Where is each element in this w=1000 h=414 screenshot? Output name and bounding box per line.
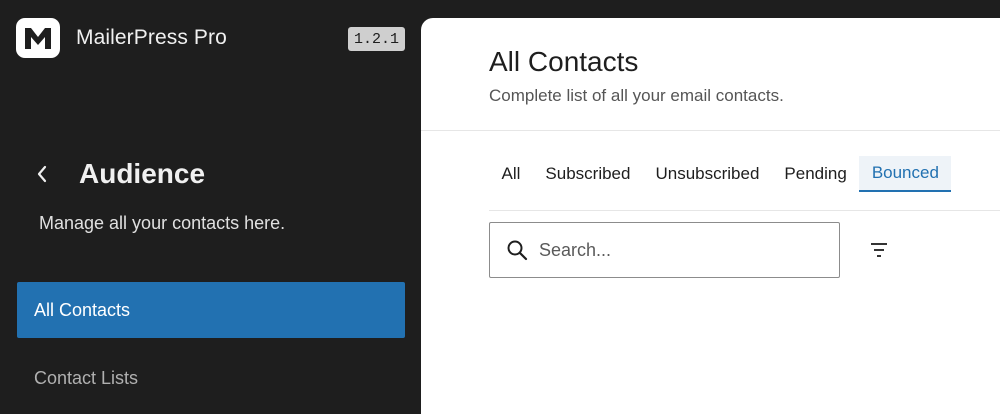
- section-description: Manage all your contacts here.: [39, 213, 286, 233]
- sidebar-item-all-contacts[interactable]: All Contacts: [17, 282, 405, 338]
- mailerpress-logo-icon: [16, 18, 60, 58]
- tab-all[interactable]: All: [489, 156, 533, 192]
- search-icon: [506, 239, 528, 261]
- search-input[interactable]: [539, 239, 819, 261]
- version-badge: 1.2.1: [348, 27, 405, 51]
- page-header: All Contacts Complete list of all your e…: [421, 18, 1000, 131]
- chevron-left-icon[interactable]: [30, 162, 54, 186]
- sidebar: MailerPress Pro 1.2.1 Audience Manage al…: [0, 0, 421, 414]
- tab-subscribed[interactable]: Subscribed: [533, 156, 643, 192]
- filter-icon[interactable]: [866, 237, 892, 263]
- tab-pending[interactable]: Pending: [772, 156, 859, 192]
- tab-label: Subscribed: [545, 164, 631, 183]
- tab-unsubscribed[interactable]: Unsubscribed: [643, 156, 772, 192]
- tab-label: Bounced: [871, 163, 939, 182]
- status-tabs: All Subscribed Unsubscribed Pending Boun…: [489, 156, 1000, 192]
- sidebar-item-label: All Contacts: [34, 299, 131, 320]
- page-subtitle: Complete list of all your email contacts…: [489, 86, 784, 105]
- tabs-divider: [489, 210, 1000, 211]
- main-panel: All Contacts Complete list of all your e…: [421, 18, 1000, 414]
- tab-label: Unsubscribed: [655, 164, 760, 183]
- tab-label: All: [501, 164, 521, 183]
- tab-label: Pending: [784, 164, 847, 183]
- app-name: MailerPress Pro: [76, 26, 227, 49]
- tab-bounced[interactable]: Bounced: [859, 156, 952, 192]
- sidebar-item-contact-lists[interactable]: Contact Lists: [17, 350, 405, 406]
- search-field[interactable]: [489, 222, 840, 278]
- section-header: Audience: [30, 152, 205, 196]
- brand: MailerPress Pro: [16, 18, 227, 58]
- page-title: All Contacts: [489, 46, 639, 77]
- sidebar-item-label: Contact Lists: [34, 367, 139, 388]
- section-title: Audience: [79, 158, 206, 189]
